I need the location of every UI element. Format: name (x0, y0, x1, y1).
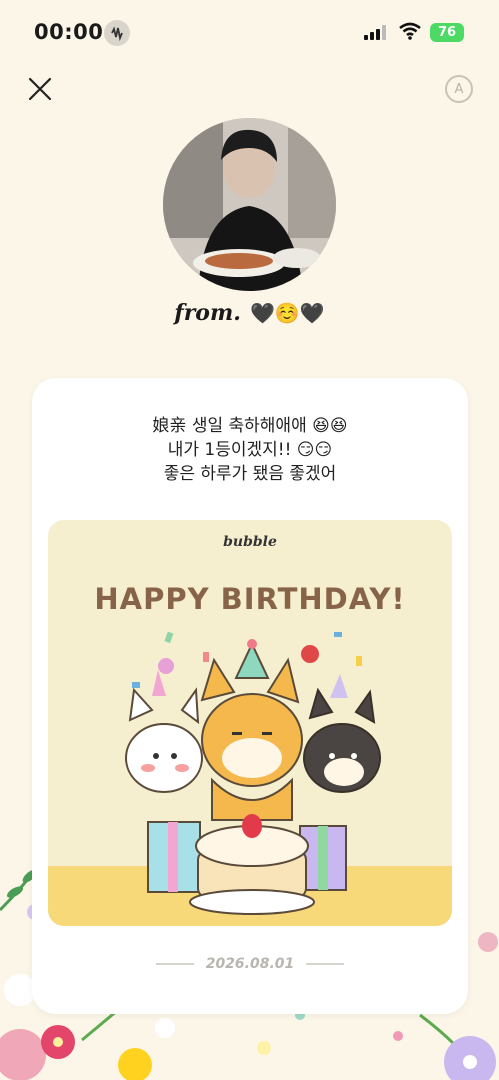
date-divider-right (306, 963, 345, 965)
post-date: 2026.08.01 (205, 956, 295, 972)
message-text: 娘亲 생일 축하해애애 😆😆 내가 1등이겠지!! 😏😏 좋은 하루가 됐음 좋… (32, 414, 468, 486)
from-label: from. (174, 300, 241, 326)
status-bar: 00:00 76 (0, 0, 499, 66)
shiba-dogs-illustration (125, 631, 381, 915)
sender-avatar[interactable] (163, 118, 336, 291)
cellular-signal-icon (364, 25, 390, 41)
close-button[interactable] (26, 75, 54, 103)
message-line-2: 내가 1등이겠지!! 😏😏 (167, 440, 333, 460)
message-line-1: 娘亲 생일 축하해애애 😆😆 (152, 416, 348, 436)
close-icon (28, 77, 52, 101)
battery-level: 76 (437, 25, 457, 40)
battery-indicator: 76 (430, 23, 464, 42)
message-line-3: 좋은 하루가 됐음 좋겠어 (163, 464, 337, 484)
audio-recording-icon (104, 20, 130, 46)
wifi-icon (399, 22, 421, 40)
date-divider-left (155, 963, 194, 965)
birthday-card-image[interactable]: bubble HAPPY BIRTHDAY! (48, 520, 452, 926)
from-emoji: 🖤☺️🖤 (250, 301, 325, 325)
translate-button[interactable]: A (445, 75, 473, 103)
post-date-row: 2026.08.01 (32, 956, 468, 972)
translate-icon: A (454, 81, 464, 97)
message-card: 娘亲 생일 축하해애애 😆😆 내가 1등이겠지!! 😏😏 좋은 하루가 됐음 좋… (32, 378, 468, 1014)
from-line: from. 🖤☺️🖤 (0, 300, 499, 326)
status-time: 00:00 (34, 20, 104, 44)
